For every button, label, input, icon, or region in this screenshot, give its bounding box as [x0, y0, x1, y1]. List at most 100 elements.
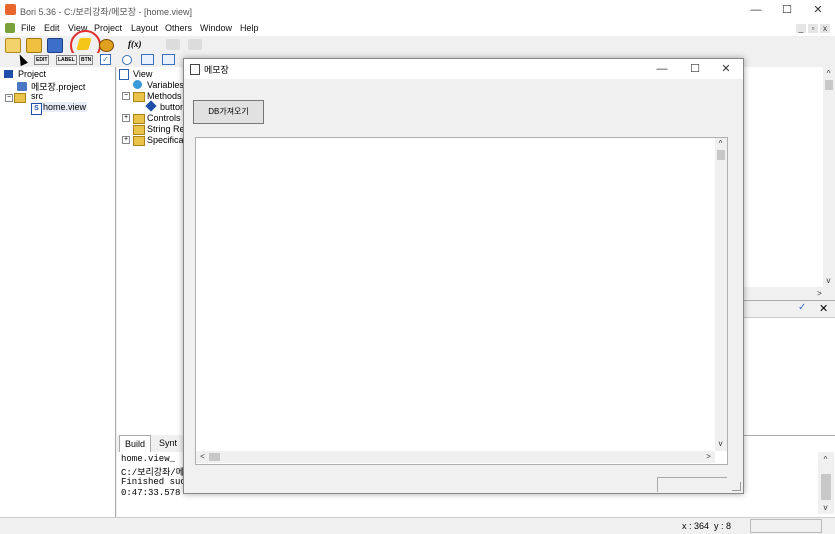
menu-help[interactable]: Help	[240, 23, 259, 33]
scroll-right-icon[interactable]: >	[703, 451, 714, 462]
folder-icon	[14, 93, 26, 103]
close-button[interactable]: ✕	[804, 2, 832, 18]
dialog-title-bar: 메모장 — ☐ ✕	[184, 59, 743, 79]
status-field	[750, 519, 822, 533]
tree-item-home-view[interactable]: home.view	[42, 102, 88, 112]
scroll-down-icon[interactable]: v	[823, 275, 834, 286]
app-logo-icon	[5, 4, 16, 15]
expand-toggle-icon[interactable]: −	[122, 92, 130, 100]
app-title-bar: Bori 5.36 - C:/보리강좌/메모장 - [home.view] — …	[0, 0, 835, 20]
combobox-control-icon[interactable]	[141, 54, 154, 65]
maximize-button[interactable]: ☐	[773, 2, 801, 18]
design-canvas-area[interactable]	[742, 67, 824, 287]
scroll-down-icon[interactable]: v	[715, 438, 726, 449]
tab-syntax[interactable]: Synt	[159, 438, 177, 448]
view-structure-panel: View Variables − Methods button + Contro…	[117, 67, 189, 435]
tree-item-methods[interactable]: Methods	[147, 91, 182, 101]
memo-textarea[interactable]: ^ v < >	[195, 137, 728, 465]
project-file-icon	[17, 82, 27, 91]
folder-icon	[133, 92, 145, 102]
panel-close-icon[interactable]: ✕	[819, 302, 828, 315]
checkbox-control-icon[interactable]: ✓	[100, 54, 111, 65]
folder-icon	[133, 125, 145, 135]
expand-toggle-icon[interactable]: +	[122, 136, 130, 144]
menu-app-icon	[5, 23, 15, 33]
memo-dialog: 메모장 — ☐ ✕ DB가져오기 ^ v < >	[183, 58, 744, 494]
function-icon[interactable]: f(x)	[128, 39, 142, 49]
listbox-control-icon[interactable]	[162, 54, 175, 65]
save-icon[interactable]	[47, 38, 63, 53]
tree-item-view[interactable]: View	[133, 69, 152, 79]
debug-icon[interactable]	[99, 39, 114, 52]
dialog-app-icon	[190, 64, 200, 75]
scroll-up-icon[interactable]: ^	[823, 68, 834, 79]
disabled-tool-icon	[188, 39, 202, 50]
expand-toggle-icon[interactable]: +	[122, 114, 130, 122]
tree-item-variables[interactable]: Variables	[147, 80, 184, 90]
log-line: 0:47:33.578	[121, 488, 181, 498]
mdi-restore-button[interactable]: ▫	[808, 24, 818, 33]
project-explorer: Project 메모장.project − src S home.view	[0, 67, 116, 517]
project-root-icon	[4, 70, 13, 78]
view-file-icon: S	[31, 103, 42, 115]
disabled-tool-icon	[166, 39, 180, 50]
button-control-button[interactable]: BTN	[79, 55, 94, 65]
variables-icon	[133, 80, 142, 89]
design-vertical-scrollbar[interactable]: ^ v	[823, 67, 835, 287]
cursor-coordinates: x : 364 y : 8	[682, 521, 732, 531]
menu-file[interactable]: File	[21, 23, 36, 33]
menu-project[interactable]: Project	[94, 23, 122, 33]
dialog-close-button[interactable]: ✕	[712, 61, 740, 77]
scroll-right-icon[interactable]: >	[814, 288, 825, 299]
textarea-horizontal-scrollbar[interactable]: < >	[196, 451, 715, 463]
dialog-minimize-button[interactable]: —	[648, 61, 676, 77]
tree-item-src[interactable]: src	[31, 91, 43, 101]
view-page-icon	[119, 69, 129, 80]
method-icon	[145, 100, 157, 112]
log-line: home.view_	[121, 454, 176, 464]
menu-edit[interactable]: Edit	[44, 23, 60, 33]
menu-bar: File Edit View Project Layout Others Win…	[0, 20, 835, 36]
new-project-icon[interactable]	[5, 38, 21, 53]
minimize-button[interactable]: —	[742, 2, 770, 18]
output-vertical-scrollbar[interactable]: ^ v	[818, 452, 834, 514]
scroll-down-icon[interactable]: v	[820, 502, 831, 513]
tree-item-controls[interactable]: Controls	[147, 113, 181, 123]
properties-panel	[742, 317, 835, 436]
scroll-left-icon[interactable]: <	[197, 451, 208, 462]
scroll-up-icon[interactable]: ^	[715, 138, 726, 149]
scroll-thumb[interactable]	[821, 474, 831, 500]
tree-item-specification[interactable]: Specificat	[147, 135, 186, 145]
scroll-thumb[interactable]	[825, 80, 833, 90]
main-toolbar: f(x)	[0, 30, 835, 61]
tree-item-button-method[interactable]: button	[160, 102, 185, 112]
radio-control-icon[interactable]	[122, 55, 132, 65]
menu-window[interactable]: Window	[200, 23, 232, 33]
mdi-minimize-button[interactable]: _	[796, 24, 806, 33]
output-tabs: Build Synt	[117, 435, 183, 452]
pin-icon[interactable]: ✓	[798, 302, 806, 313]
db-load-button[interactable]: DB가져오기	[193, 100, 264, 124]
folder-icon	[133, 114, 145, 124]
dialog-status-field	[657, 477, 727, 492]
app-title: Bori 5.36 - C:/보리강좌/메모장 - [home.view]	[20, 7, 192, 17]
tree-item-project[interactable]: Project	[18, 69, 46, 79]
open-folder-icon[interactable]	[26, 38, 42, 53]
label-control-button[interactable]: LABEL	[56, 55, 77, 65]
edit-control-button[interactable]: EDIT	[34, 55, 50, 65]
resize-grip-icon[interactable]	[732, 482, 741, 491]
menu-layout[interactable]: Layout	[131, 23, 158, 33]
mdi-close-button[interactable]: x	[820, 24, 830, 33]
scroll-thumb[interactable]	[717, 150, 725, 160]
scroll-thumb[interactable]	[209, 453, 220, 461]
scroll-up-icon[interactable]: ^	[820, 454, 831, 465]
status-bar: x : 364 y : 8	[0, 517, 835, 534]
select-arrow-icon[interactable]	[16, 52, 28, 67]
dialog-maximize-button[interactable]: ☐	[681, 61, 709, 77]
tab-build[interactable]: Build	[119, 435, 152, 452]
textarea-vertical-scrollbar[interactable]: ^ v	[715, 138, 727, 451]
dialog-title: 메모장	[204, 65, 229, 75]
properties-header: ✓ ✕	[742, 300, 835, 317]
expand-toggle-icon[interactable]: −	[5, 94, 13, 102]
menu-others[interactable]: Others	[165, 23, 192, 33]
